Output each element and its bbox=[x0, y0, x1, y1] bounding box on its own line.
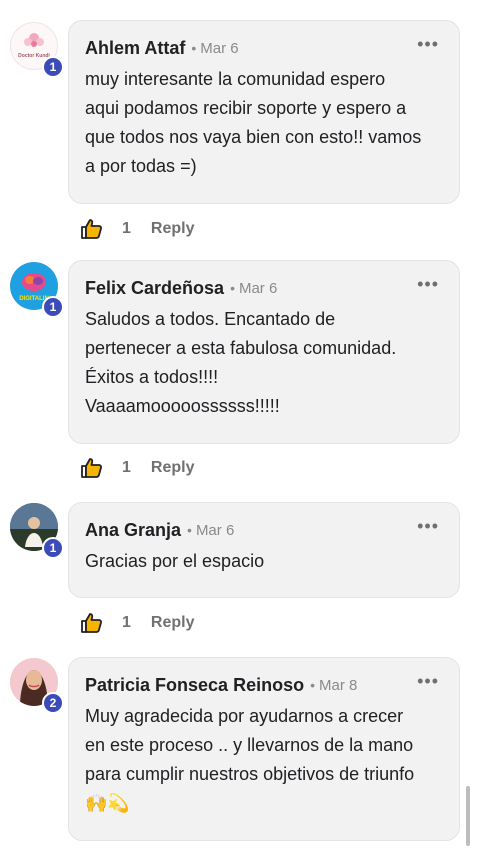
like-count: 1 bbox=[122, 459, 131, 476]
author-name[interactable]: Ana Granja bbox=[85, 520, 181, 541]
comment-bubble: Ana Granja • Mar 6 ••• Gracias por el es… bbox=[68, 502, 460, 598]
comment-actions: 1 Reply bbox=[80, 611, 194, 635]
comment-date: Mar 6 bbox=[200, 39, 239, 57]
more-options-icon[interactable]: ••• bbox=[417, 35, 439, 53]
thumbs-up-icon[interactable] bbox=[80, 611, 104, 635]
reply-button[interactable]: Reply bbox=[151, 220, 195, 238]
separator-dot: • bbox=[191, 40, 197, 56]
avatar-wrap[interactable]: Doctor Kundi 1 bbox=[10, 22, 64, 78]
scrollbar[interactable] bbox=[466, 786, 470, 846]
reply-button[interactable]: Reply bbox=[151, 459, 195, 477]
thumbs-up-icon[interactable] bbox=[80, 217, 104, 241]
like-count: 1 bbox=[122, 220, 131, 237]
comment-text: Saludos a todos. Encantado de pertenecer… bbox=[85, 309, 397, 416]
comment-bubble: Ahlem Attaf • Mar 6 ••• muy interesante … bbox=[68, 20, 460, 204]
author-name[interactable]: Felix Cardeñosa bbox=[85, 278, 224, 299]
comment-bubble: Patricia Fonseca Reinoso • Mar 8 ••• Muy… bbox=[68, 657, 460, 841]
comment-date: Mar 6 bbox=[195, 521, 235, 539]
avatar-wrap[interactable]: DIGITALIN 1 bbox=[10, 262, 64, 318]
level-badge: 1 bbox=[42, 537, 64, 559]
more-options-icon[interactable]: ••• bbox=[417, 275, 439, 293]
comment-header: Ahlem Attaf • Mar 6 bbox=[85, 35, 443, 61]
avatar-wrap[interactable]: 1 bbox=[10, 503, 64, 559]
like-count: 1 bbox=[122, 614, 131, 631]
author-name[interactable]: Patricia Fonseca Reinoso bbox=[85, 675, 304, 696]
comment-actions: 1 Reply bbox=[80, 456, 194, 480]
reply-button[interactable]: Reply bbox=[151, 614, 195, 632]
more-options-icon[interactable]: ••• bbox=[417, 517, 439, 535]
separator-dot: • bbox=[310, 677, 315, 693]
thumbs-up-icon[interactable] bbox=[80, 456, 104, 480]
author-name[interactable]: Ahlem Attaf bbox=[85, 38, 185, 59]
comment-text: muy interesante la comunidad espero aqui… bbox=[85, 69, 422, 176]
comment-header: Felix Cardeñosa • Mar 6 bbox=[85, 275, 443, 301]
comment-text: Muy agradecida por ayudarnos a crecer en… bbox=[85, 706, 415, 784]
comment-emoji: 🙌💫 bbox=[85, 793, 130, 813]
more-options-icon[interactable]: ••• bbox=[417, 672, 439, 690]
comment-date: Mar 8 bbox=[318, 676, 358, 694]
comment-text: Gracias por el espacio bbox=[85, 551, 265, 571]
level-badge: 2 bbox=[42, 692, 64, 714]
separator-dot: • bbox=[230, 280, 235, 296]
level-badge: 1 bbox=[42, 56, 64, 78]
separator-dot: • bbox=[187, 522, 192, 538]
comment-header: Ana Granja • Mar 6 bbox=[85, 517, 443, 543]
comment-date: Mar 6 bbox=[238, 279, 278, 297]
comment-bubble: Felix Cardeñosa • Mar 6 ••• Saludos a to… bbox=[68, 260, 460, 444]
comment-actions: 1 Reply bbox=[80, 217, 194, 241]
level-badge: 1 bbox=[42, 296, 64, 318]
comment-header: Patricia Fonseca Reinoso • Mar 8 bbox=[85, 672, 443, 698]
avatar-wrap[interactable]: 2 bbox=[10, 658, 64, 714]
